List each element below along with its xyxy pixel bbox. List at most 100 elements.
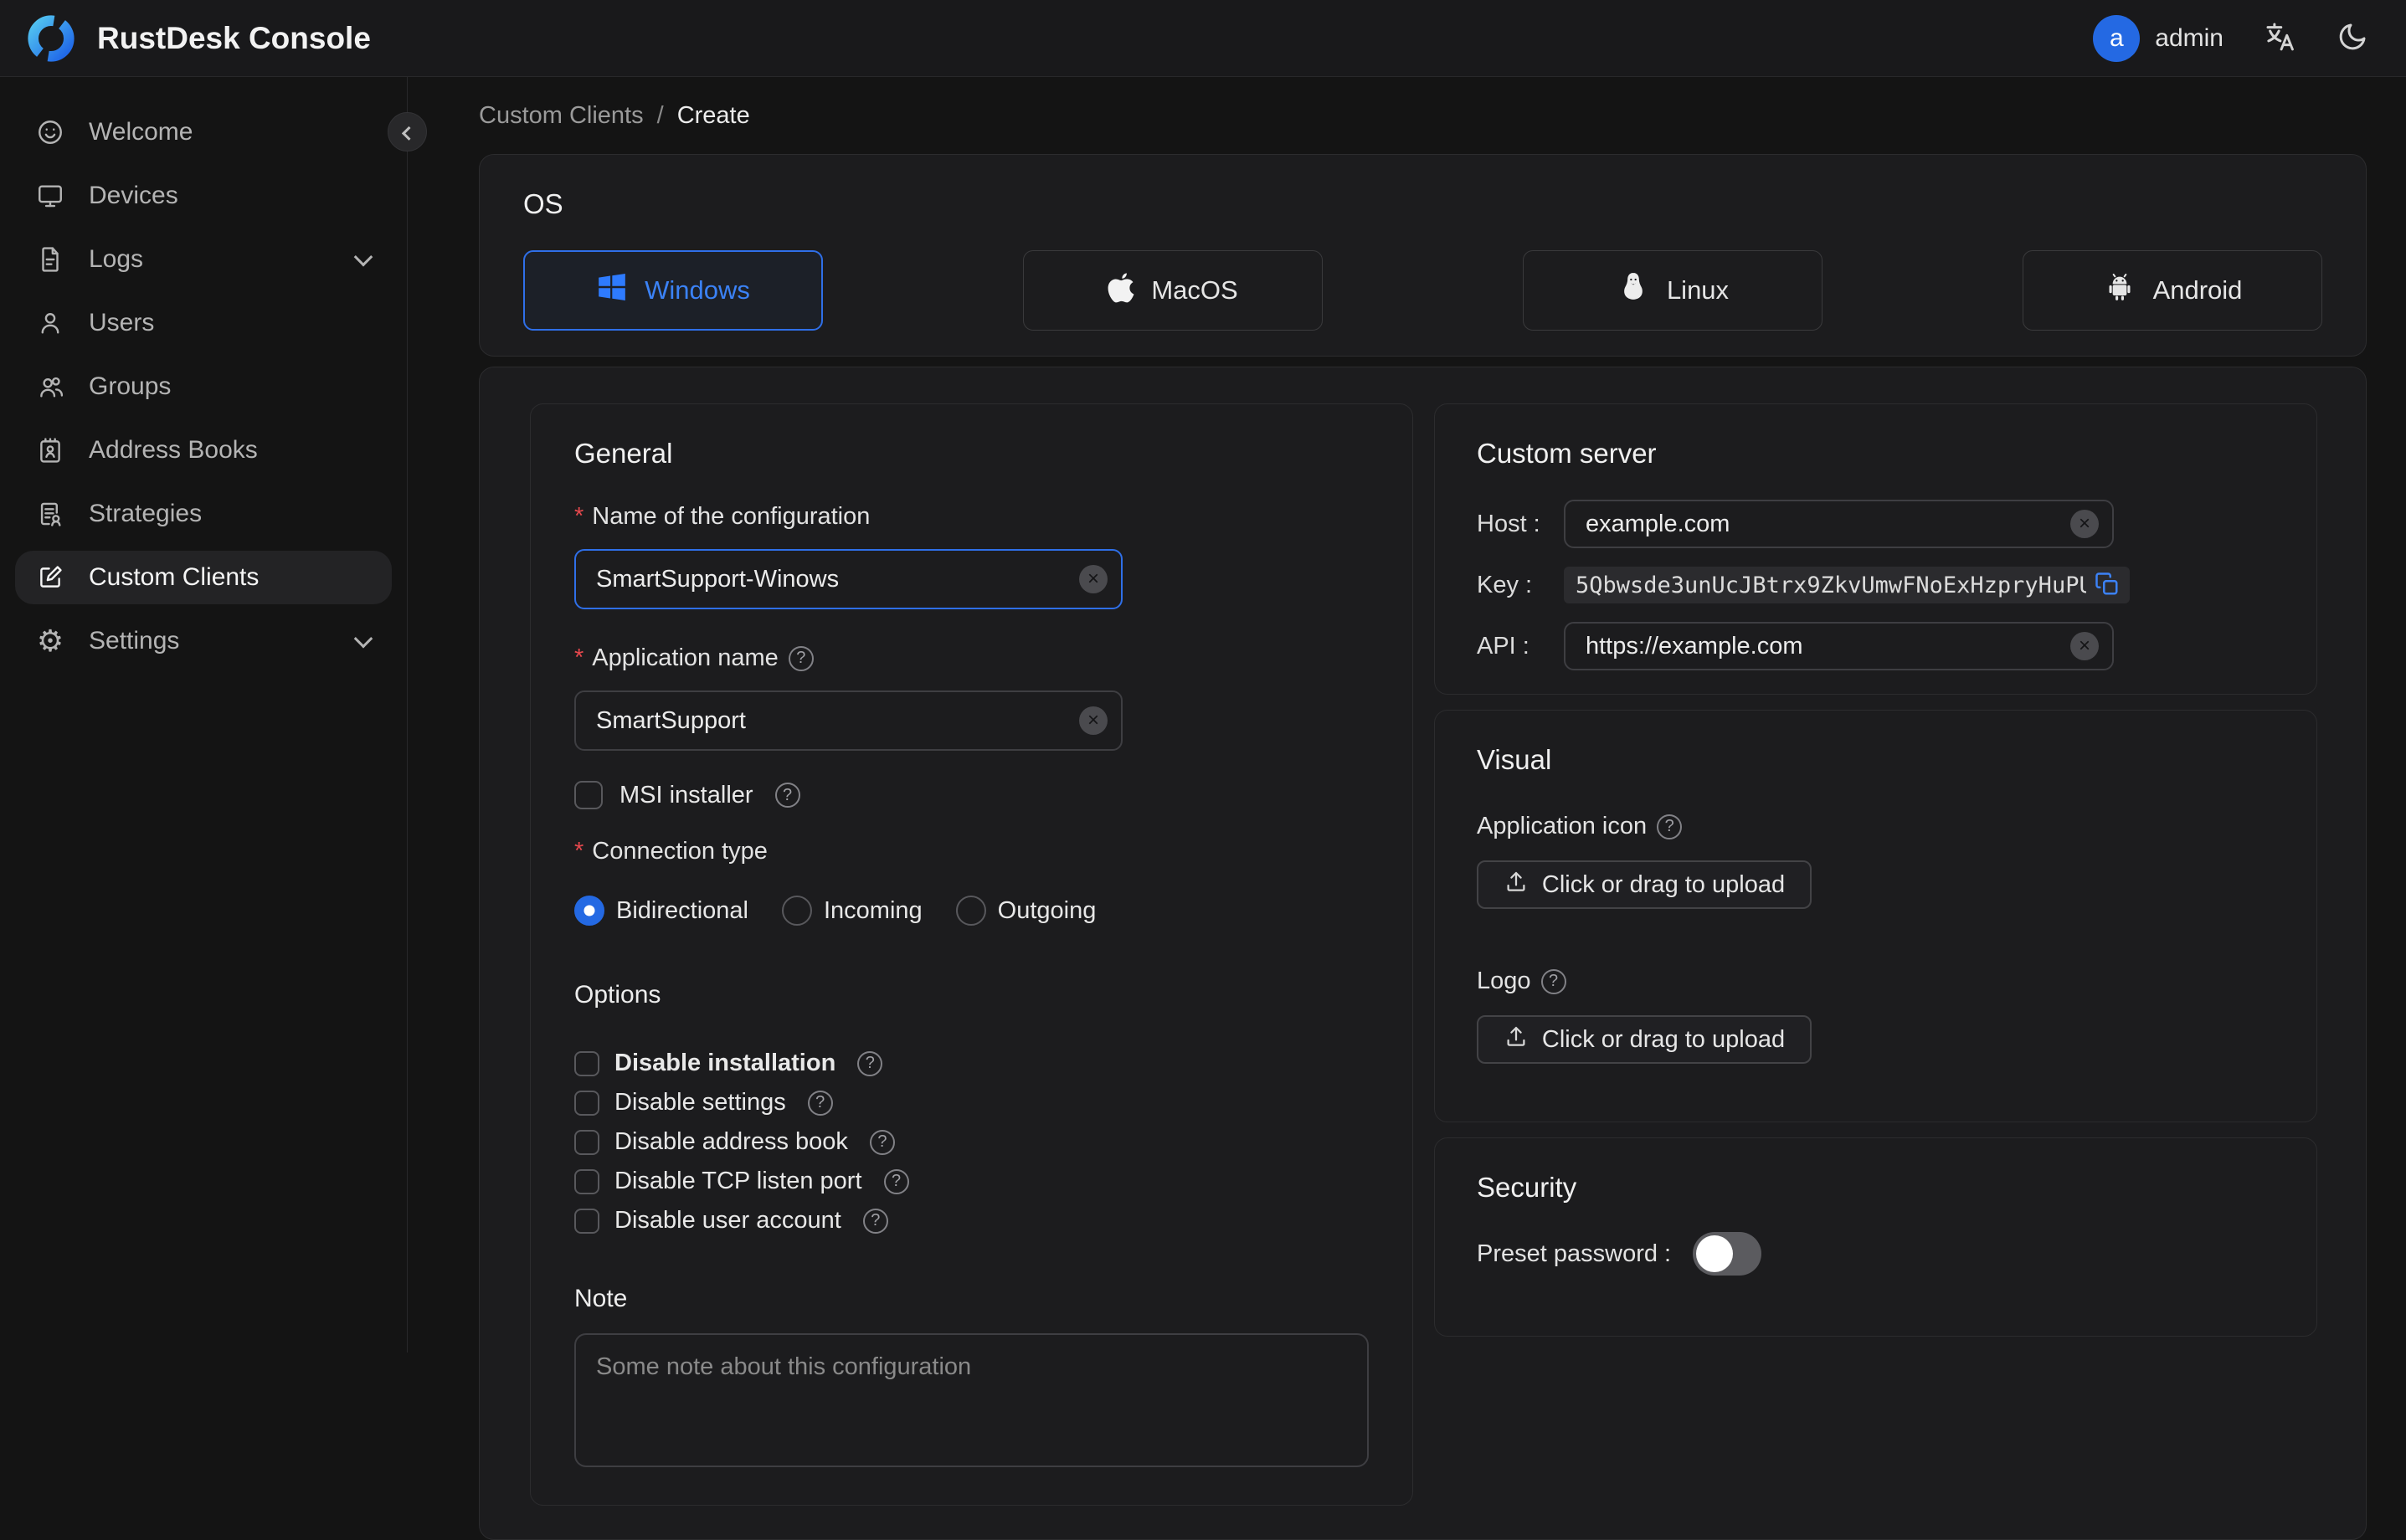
- monitor-icon: [35, 181, 65, 211]
- option-disable-installation: Disable installation ?: [574, 1050, 1369, 1077]
- sidebar-item-users[interactable]: Users: [15, 296, 392, 350]
- sidebar-item-settings[interactable]: ⚙ Settings: [15, 614, 392, 668]
- strategy-document-icon: [35, 499, 65, 529]
- help-icon[interactable]: ?: [788, 645, 814, 671]
- logo-upload-button[interactable]: Click or drag to upload: [1477, 1015, 1812, 1064]
- application-icon-upload-button[interactable]: Click or drag to upload: [1477, 860, 1812, 909]
- users-icon: [35, 372, 65, 402]
- user-icon: [35, 308, 65, 338]
- help-icon[interactable]: ?: [1657, 814, 1683, 839]
- help-icon[interactable]: ?: [774, 783, 800, 808]
- note-label: Note: [574, 1285, 628, 1312]
- option-disable-tcp-listen-port: Disable TCP listen port ?: [574, 1168, 1369, 1195]
- moon-icon: [2336, 20, 2369, 56]
- file-text-icon: [35, 244, 65, 275]
- radio-incoming[interactable]: Incoming: [781, 896, 923, 926]
- language-button[interactable]: [2262, 19, 2297, 57]
- help-icon[interactable]: ?: [857, 1050, 883, 1076]
- sidebar-collapse-button[interactable]: [388, 112, 427, 151]
- upload-icon: [1504, 1024, 1529, 1055]
- help-icon[interactable]: ?: [862, 1208, 888, 1234]
- sidebar-item-devices[interactable]: Devices: [15, 169, 392, 223]
- security-card: Security Preset password :: [1434, 1137, 2317, 1337]
- visual-title: Visual: [1477, 744, 1552, 775]
- os-option-android[interactable]: Android: [2023, 250, 2322, 331]
- rustdesk-console-app: RustDesk Console a admin Welcome Devices…: [0, 0, 2406, 1540]
- clear-name-icon[interactable]: ×: [1079, 565, 1108, 593]
- toggle-knob: [1696, 1235, 1734, 1272]
- avatar: a: [2093, 14, 2141, 62]
- android-robot-icon: [2103, 270, 2136, 311]
- user-name: admin: [2155, 23, 2223, 52]
- radio-icon: [574, 896, 604, 926]
- clear-host-icon[interactable]: ×: [2070, 510, 2099, 538]
- sidebar-item-label: Groups: [89, 372, 172, 400]
- sidebar-item-label: Users: [89, 309, 155, 336]
- disable-installation-checkbox[interactable]: [574, 1050, 599, 1076]
- msi-installer-label: MSI installer ?: [619, 782, 800, 809]
- msi-installer-checkbox[interactable]: [574, 781, 603, 809]
- address-book-icon: [35, 435, 65, 465]
- user-menu[interactable]: a admin: [2093, 14, 2223, 62]
- copy-icon: [2095, 572, 2120, 599]
- preset-password-toggle[interactable]: [1693, 1232, 1762, 1276]
- security-title: Security: [1477, 1172, 1577, 1203]
- radio-bidirectional[interactable]: Bidirectional: [574, 896, 748, 926]
- help-icon[interactable]: ?: [807, 1090, 833, 1116]
- smile-icon: [35, 117, 65, 147]
- option-disable-address-book: Disable address book ?: [574, 1128, 1369, 1156]
- custom-server-title: Custom server: [1477, 438, 1657, 469]
- sidebar-item-groups[interactable]: Groups: [15, 360, 392, 413]
- help-icon[interactable]: ?: [869, 1129, 895, 1155]
- key-label: Key :: [1477, 571, 1533, 598]
- preset-password-label: Preset password :: [1477, 1240, 1672, 1267]
- os-option-label: Windows: [645, 275, 750, 305]
- clear-application-name-icon[interactable]: ×: [1079, 706, 1108, 735]
- os-option-linux[interactable]: Linux: [1523, 250, 1822, 331]
- breadcrumb-parent[interactable]: Custom Clients: [479, 102, 644, 130]
- linux-tux-icon: [1617, 270, 1650, 311]
- sidebar-item-label: Address Books: [89, 436, 258, 464]
- help-icon[interactable]: ?: [1540, 968, 1566, 994]
- radio-icon: [955, 896, 986, 926]
- general-card: General * Name of the configuration × * …: [530, 403, 1413, 1506]
- api-input[interactable]: [1564, 622, 2114, 670]
- main-layout: Welcome Devices Logs Users Groups Addres…: [0, 77, 2406, 1540]
- disable-user-account-checkbox[interactable]: [574, 1208, 599, 1234]
- disable-address-book-checkbox[interactable]: [574, 1129, 599, 1155]
- host-input[interactable]: [1564, 500, 2114, 548]
- copy-key-button[interactable]: [2095, 572, 2120, 599]
- windows-icon: [596, 271, 628, 310]
- connection-type-label: * Connection type: [574, 838, 768, 865]
- os-option-macos[interactable]: MacOS: [1023, 250, 1323, 331]
- radio-outgoing[interactable]: Outgoing: [955, 896, 1096, 926]
- breadcrumb-current: Create: [676, 101, 750, 129]
- clear-api-icon[interactable]: ×: [2070, 632, 2099, 660]
- required-asterisk: *: [574, 503, 584, 530]
- custom-server-card: Custom server Host : × Key : 5Qbwsde3: [1434, 403, 2317, 695]
- configuration-name-input[interactable]: [574, 549, 1123, 609]
- right-column: Custom server Host : × Key : 5Qbwsde3: [1434, 403, 2317, 1337]
- sidebar-item-custom-clients[interactable]: Custom Clients: [15, 551, 392, 604]
- required-asterisk: *: [574, 644, 584, 671]
- sidebar-item-welcome[interactable]: Welcome: [15, 105, 392, 159]
- breadcrumb: Custom Clients / Create: [479, 100, 2367, 131]
- disable-tcp-listen-port-checkbox[interactable]: [574, 1168, 599, 1194]
- os-option-windows[interactable]: Windows: [523, 250, 823, 331]
- pencil-square-icon: [35, 562, 65, 593]
- help-icon[interactable]: ?: [883, 1168, 909, 1194]
- name-field-label: * Name of the configuration: [574, 503, 871, 530]
- application-icon-label: Application icon ?: [1477, 813, 2275, 840]
- note-textarea[interactable]: [574, 1333, 1369, 1467]
- theme-toggle-button[interactable]: [2336, 20, 2369, 56]
- application-name-input[interactable]: [574, 690, 1123, 751]
- sidebar-item-strategies[interactable]: Strategies: [15, 487, 392, 541]
- option-disable-user-account: Disable user account ?: [574, 1207, 1369, 1235]
- os-options: Windows MacOS Linux Android: [523, 250, 2322, 331]
- sidebar-item-address-books[interactable]: Address Books: [15, 424, 392, 477]
- visual-card: Visual Application icon ? Click or drag …: [1434, 710, 2317, 1122]
- sidebar-item-logs[interactable]: Logs: [15, 233, 392, 286]
- sidebar: Welcome Devices Logs Users Groups Addres…: [0, 77, 427, 1353]
- general-title: General: [574, 438, 673, 469]
- disable-settings-checkbox[interactable]: [574, 1090, 599, 1116]
